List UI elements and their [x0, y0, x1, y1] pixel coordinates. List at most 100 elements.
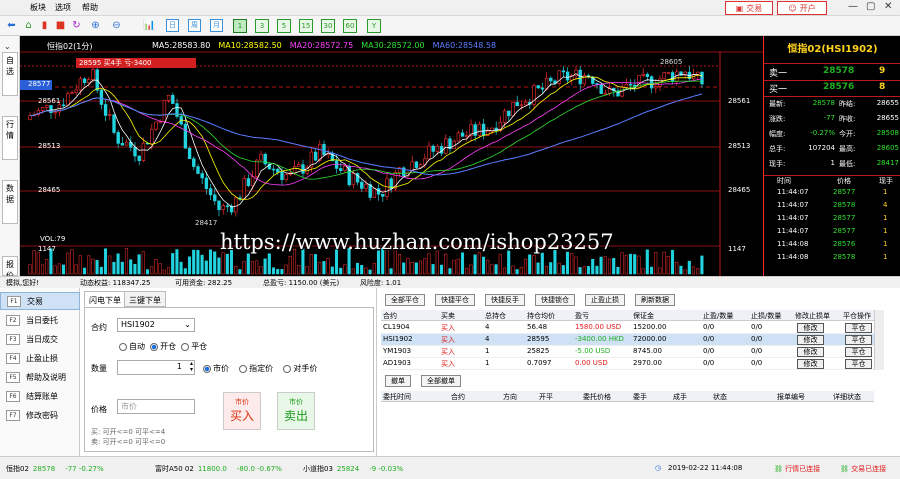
volume-bar	[595, 265, 599, 275]
volume-bar	[515, 269, 519, 275]
kline-chart[interactable]: 恒指02(1分) MA5:28583.80 MA10:28582.50 MA20:2…	[20, 36, 763, 276]
open-account-button[interactable]: ☺ 开户	[777, 1, 827, 15]
period-week[interactable]: 周	[188, 19, 201, 32]
position-action-button[interactable]: 快捷反手	[485, 294, 525, 306]
period-year[interactable]: Y	[367, 19, 381, 33]
radio-counter[interactable]: 对手价	[283, 364, 317, 373]
volume-bar	[124, 247, 129, 275]
close-position-button[interactable]: 平仓	[845, 347, 872, 357]
period-15[interactable]: 15	[299, 19, 313, 33]
zoom-in-icon[interactable]: ⊕	[89, 19, 102, 32]
maximize-icon[interactable]: ▢	[866, 1, 875, 12]
menu-board[interactable]: 板块	[30, 2, 46, 13]
nav-item-f5[interactable]: F5 帮助及说明	[0, 368, 80, 386]
link-icon: ⛓	[840, 465, 849, 473]
modify-button[interactable]: 修改	[797, 335, 824, 345]
sell-button[interactable]: 市价 卖出	[277, 392, 315, 430]
modify-button[interactable]: 修改	[797, 347, 824, 357]
chart-icon[interactable]: 📊	[143, 19, 156, 32]
position-action-button[interactable]: 快捷平仓	[435, 294, 475, 306]
period-month[interactable]: 月	[210, 19, 223, 32]
radio-limit[interactable]: 指定价	[239, 364, 273, 373]
nav-item-f7[interactable]: F7 修改密码	[0, 406, 80, 424]
tab-price[interactable]: 报价	[2, 256, 18, 280]
close-icon[interactable]: ✕	[884, 1, 892, 12]
tick-row: 11:44:07 28577 1	[777, 188, 888, 196]
volume-bar	[649, 266, 654, 275]
quantity-stepper[interactable]: 1 ▴ ▾	[117, 360, 195, 375]
period-5[interactable]: 5	[277, 19, 291, 33]
tab-quotes[interactable]: 行情	[2, 116, 18, 160]
close-position-button[interactable]: 平仓	[845, 359, 872, 369]
nav-item-f6[interactable]: F6 结算账单	[0, 387, 80, 405]
buy-button[interactable]: 市价 买入	[223, 392, 261, 430]
book-icon[interactable]: ▮	[38, 19, 51, 32]
volume-bar	[326, 258, 330, 275]
nav-item-f3[interactable]: F3 当日成交	[0, 330, 80, 348]
column-header: 合约	[383, 312, 397, 320]
close-position-button[interactable]: 平仓	[845, 335, 872, 345]
period-3[interactable]: 3	[255, 19, 269, 33]
position-row[interactable]: CL1904 买入 4 56.48 1580.00 USD 15200.00 0/0 0/0 修…	[381, 322, 874, 334]
column-header: 止盈/数量	[703, 312, 734, 320]
volume-bar	[481, 256, 486, 275]
stepper-arrows-icon[interactable]: ▴ ▾	[190, 361, 193, 373]
candle-body	[603, 92, 608, 95]
volume-bar	[578, 267, 582, 275]
nav-item-f4[interactable]: F4 止盈止损	[0, 349, 80, 367]
candle-body	[91, 69, 95, 80]
modify-button[interactable]: 修改	[797, 359, 824, 369]
position-action-button[interactable]: 快捷锁仓	[535, 294, 575, 306]
cancel-order-button[interactable]: 撤单	[385, 375, 411, 387]
ticker-item[interactable]: 富时A50 02 11800.0 -80.0 -0.67%	[155, 464, 282, 474]
period-day[interactable]: 日	[166, 19, 179, 32]
close-position-button[interactable]: 平仓	[845, 323, 872, 333]
nav-item-f2[interactable]: F2 当日委托	[0, 311, 80, 329]
position-row[interactable]: AD1903 买入 1 0.7097 0.00 USD 2970.00 0/0 0/0 修改 平仓	[381, 358, 874, 370]
save-icon[interactable]: ■	[54, 19, 67, 32]
candle-body	[297, 164, 301, 167]
radio-auto[interactable]: 自动	[119, 342, 145, 351]
tab-data[interactable]: 数据	[2, 180, 18, 224]
contract-select[interactable]: HSI1902 ⌄	[117, 318, 195, 332]
radio-close[interactable]: 平仓	[181, 342, 207, 351]
menu-help[interactable]: 帮助	[82, 2, 98, 13]
positions-scrollbar[interactable]	[874, 310, 884, 370]
price-input[interactable]: 市价	[117, 399, 195, 414]
chevron-down-icon[interactable]: ⌄	[4, 42, 11, 51]
back-icon[interactable]: ⬅	[5, 19, 18, 32]
position-action-button[interactable]: 全部平仓	[385, 294, 425, 306]
volume-bar	[675, 262, 679, 275]
cancel-all-button[interactable]: 全部撤单	[421, 375, 461, 387]
zoom-out-icon[interactable]: ⊖	[110, 19, 123, 32]
radio-open[interactable]: 开仓	[150, 342, 176, 351]
volume-bar	[372, 263, 376, 275]
tab-flash-order[interactable]: 闪电下单	[84, 291, 126, 307]
ticker-item[interactable]: 恒指02 28578 -77 -0.27%	[6, 464, 104, 474]
modify-button[interactable]: 修改	[797, 323, 824, 333]
volume-bar	[32, 250, 36, 275]
volume-bar	[355, 262, 360, 275]
position-action-button[interactable]: 刷新数据	[635, 294, 675, 306]
candle-body	[662, 72, 666, 80]
position-row[interactable]: YM1903 买入 1 25825 -5.00 USD 8745.00 0/0 0/0 修改 平仓	[381, 346, 874, 358]
minimize-icon[interactable]: —	[848, 1, 858, 12]
nav-item-f1[interactable]: F1 交易	[0, 292, 80, 310]
volume-bar	[494, 264, 498, 275]
position-action-button[interactable]: 止盈止损	[585, 294, 625, 306]
period-1[interactable]: 1	[233, 19, 247, 33]
ticker-item[interactable]: 小道指03 25824 -9 -0.03%	[303, 464, 403, 474]
candle-body	[70, 92, 74, 94]
menu-options[interactable]: 选项	[55, 2, 71, 13]
period-60[interactable]: 60	[343, 19, 357, 33]
trade-button[interactable]: ▣ 交易	[725, 1, 773, 15]
candle-body	[40, 107, 45, 111]
tab-watchlist[interactable]: 自选	[2, 52, 18, 96]
tick-row: 11:44:07 28577 1	[777, 214, 888, 222]
tab-three-key-order[interactable]: 三键下单	[124, 291, 166, 307]
refresh-icon[interactable]: ↻	[70, 19, 83, 32]
radio-market[interactable]: 市价	[203, 364, 229, 373]
period-30[interactable]: 30	[321, 19, 335, 33]
position-row[interactable]: HSI1902 买入 4 28595 -3400.00 HKD 72000.00 0/0 0/…	[381, 334, 874, 346]
home-icon[interactable]: ⌂	[22, 19, 35, 32]
